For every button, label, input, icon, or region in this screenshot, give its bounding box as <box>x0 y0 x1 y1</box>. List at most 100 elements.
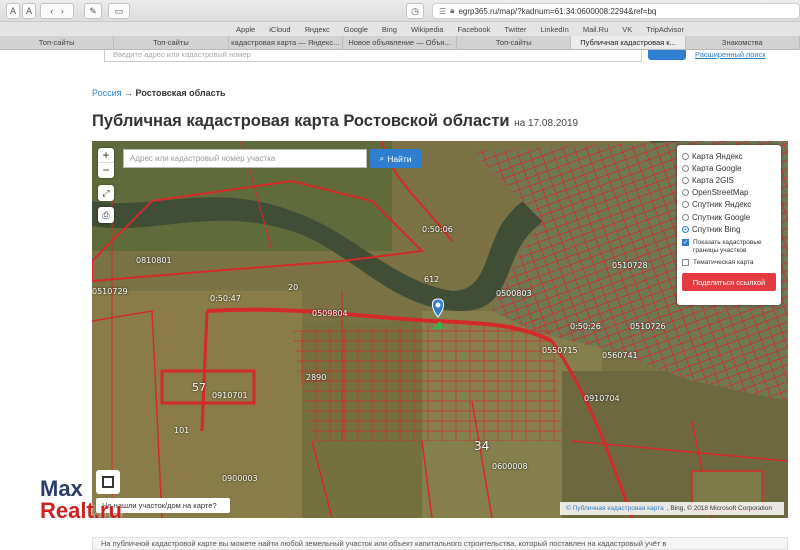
parcel-label: 0600008 <box>492 462 528 471</box>
layer-radio[interactable] <box>682 164 689 172</box>
page-title-main: Публичная кадастровая карта Ростовской о… <box>92 112 510 130</box>
attribution-link[interactable]: © Публичная кадастровая карта <box>566 505 664 512</box>
attribution-text: , Bing, © 2018 Microsoft Corporation <box>666 505 772 512</box>
share-link-button[interactable]: Поделиться ссылкой <box>682 273 776 292</box>
header-find-button[interactable] <box>648 50 686 60</box>
favorite-link[interactable]: Bing <box>382 25 397 34</box>
parcel-label: 0510726 <box>630 322 666 331</box>
info-text: На публичной кадастровой карте вы можете… <box>92 537 788 550</box>
browser-tab[interactable]: Знакомства <box>686 36 800 49</box>
parcel-label: 0509804 <box>312 309 348 318</box>
favorite-link[interactable]: Яндекс <box>305 25 330 34</box>
extended-search-link[interactable]: Расширенный поиск <box>695 50 766 59</box>
layer-label: Спутник Яндекс <box>692 200 752 210</box>
zoom-in-button[interactable]: + <box>98 148 114 163</box>
page: Введите адрес или кадастровый номер Расш… <box>0 50 800 550</box>
parcel-label: 0510729 <box>92 287 128 296</box>
breadcrumb-root-link[interactable]: Россия <box>92 88 122 98</box>
show-borders-checkbox[interactable]: ✓ <box>682 239 689 247</box>
thematic-checkbox[interactable] <box>682 259 689 267</box>
layer-option[interactable]: Спутник Google <box>682 211 776 223</box>
favorite-link[interactable]: LinkedIn <box>540 25 568 34</box>
parcel-label: 34 <box>474 439 490 453</box>
favorites-bar: Apple iCloud Яндекс Google Bing Wikipedia Face… <box>0 22 800 36</box>
layer-label: OpenStreetMap <box>692 188 749 198</box>
history-icon[interactable]: ◷ <box>406 3 424 19</box>
layer-radio[interactable] <box>682 225 689 233</box>
watermark-part2: Realt.ru <box>40 498 122 523</box>
browser-tab[interactable]: Топ-сайты <box>0 36 115 49</box>
breadcrumb: Россия → Ростовская область <box>92 88 226 98</box>
print-icon[interactable]: ⎙ <box>98 207 114 223</box>
browser-tab[interactable]: Топ-сайты <box>114 36 229 49</box>
layer-option[interactable]: Спутник Bing <box>682 223 776 235</box>
favorite-link[interactable]: Wikipedia <box>411 25 444 34</box>
favorite-link[interactable]: Twitter <box>504 25 526 34</box>
map-attribution: © Публичная кадастровая карта , Bing, © … <box>560 502 784 515</box>
favorite-link[interactable]: TripAdvisor <box>646 25 684 34</box>
sidebar-icon[interactable]: ▭ <box>108 3 130 19</box>
layer-label: Карта Google <box>692 163 742 173</box>
back-icon[interactable]: ‹ <box>50 6 53 16</box>
zoom-out-button[interactable]: − <box>98 163 114 178</box>
parcel-label: 2890 <box>306 373 327 382</box>
address-bar[interactable]: ☰ 🔒︎ egrp365.ru/map/?kadnum=61:34:060000… <box>432 3 800 19</box>
layer-option[interactable]: Карта Яндекс <box>682 150 776 162</box>
breadcrumb-current: Ростовская область <box>135 88 226 98</box>
cadastral-map[interactable]: 0:50:47 0509804 0:50:06 0510729 0:50:26 … <box>92 141 788 518</box>
menu-icon: ☰ <box>439 6 447 16</box>
header-search-input[interactable]: Введите адрес или кадастровый номер <box>104 50 642 62</box>
layer-radio[interactable] <box>682 213 689 221</box>
layer-radio[interactable] <box>682 201 689 209</box>
watermark-logo: Max Realt.ru <box>40 478 122 522</box>
favorite-link[interactable]: iCloud <box>269 25 290 34</box>
layer-label: Спутник Bing <box>692 224 741 234</box>
parcel-label: 0910704 <box>584 394 620 403</box>
tab-bar: Топ-сайты Топ-сайты кадастровая карта — Ян… <box>0 36 800 50</box>
layer-radio[interactable] <box>682 152 689 160</box>
layers-panel: Карта Яндекс Карта Google Карта 2GIS OpenSt… <box>677 145 781 305</box>
layer-option[interactable]: Карта 2GIS <box>682 174 776 186</box>
favorite-link[interactable]: Mail.Ru <box>583 25 608 34</box>
layer-option[interactable]: OpenStreetMap <box>682 187 776 199</box>
favorite-link[interactable]: Apple <box>236 25 255 34</box>
show-borders-option[interactable]: ✓ Показать кадастровые границы участков <box>682 239 776 255</box>
reader-large-button[interactable]: A <box>22 3 36 19</box>
parcel-label: 0550715 <box>542 346 578 355</box>
url-text: egrp365.ru/map/?kadnum=61:34:0600008:229… <box>458 6 657 16</box>
search-icon: ⌕ <box>379 153 385 163</box>
parcel-label: 0910701 <box>212 391 248 400</box>
favorite-link[interactable]: VK <box>622 25 632 34</box>
back-forward-buttons[interactable]: ‹ › <box>40 3 74 19</box>
layer-label: Спутник Google <box>692 212 751 222</box>
parcel-label: 0:50:26 <box>570 322 601 331</box>
map-find-button[interactable]: ⌕ Найти <box>370 149 421 168</box>
page-title: Публичная кадастровая карта Ростовской о… <box>92 112 578 131</box>
parcel-label: 0500803 <box>496 289 532 298</box>
parcel-label: 0900003 <box>222 474 258 483</box>
parcel-label: 57 <box>192 381 206 394</box>
favorite-link[interactable]: Google <box>344 25 368 34</box>
map-search-input[interactable]: Адрес или кадастровый номер участка <box>123 149 367 168</box>
parcel-label: 0:50:47 <box>210 294 241 303</box>
layer-option[interactable]: Карта Google <box>682 162 776 174</box>
parcel-label: 0560741 <box>602 351 638 360</box>
page-title-date: на 17.08.2019 <box>514 118 579 129</box>
reader-small-button[interactable]: A <box>6 3 20 19</box>
pencil-icon[interactable]: ✎ <box>84 3 102 19</box>
browser-tab[interactable]: Топ-сайты <box>457 36 572 49</box>
thematic-label: Тематическая карта <box>693 259 754 267</box>
parcel-label: 0810801 <box>136 256 172 265</box>
favorite-link[interactable]: Facebook <box>457 25 490 34</box>
layer-radio[interactable] <box>682 189 689 197</box>
parcel-label: 20 <box>288 283 299 292</box>
browser-tab[interactable]: Новое объявление — Объя... <box>343 36 458 49</box>
thematic-option[interactable]: Тематическая карта <box>682 259 776 267</box>
measure-icon[interactable]: ⤢ <box>98 185 114 201</box>
browser-tab[interactable]: Публичная кадастровая к... <box>571 36 686 49</box>
forward-icon[interactable]: › <box>61 6 64 16</box>
browser-tab[interactable]: кадастровая карта — Яндекс... <box>229 36 343 49</box>
layer-option[interactable]: Спутник Яндекс <box>682 199 776 211</box>
layer-label: Карта 2GIS <box>692 175 734 185</box>
layer-radio[interactable] <box>682 176 689 184</box>
